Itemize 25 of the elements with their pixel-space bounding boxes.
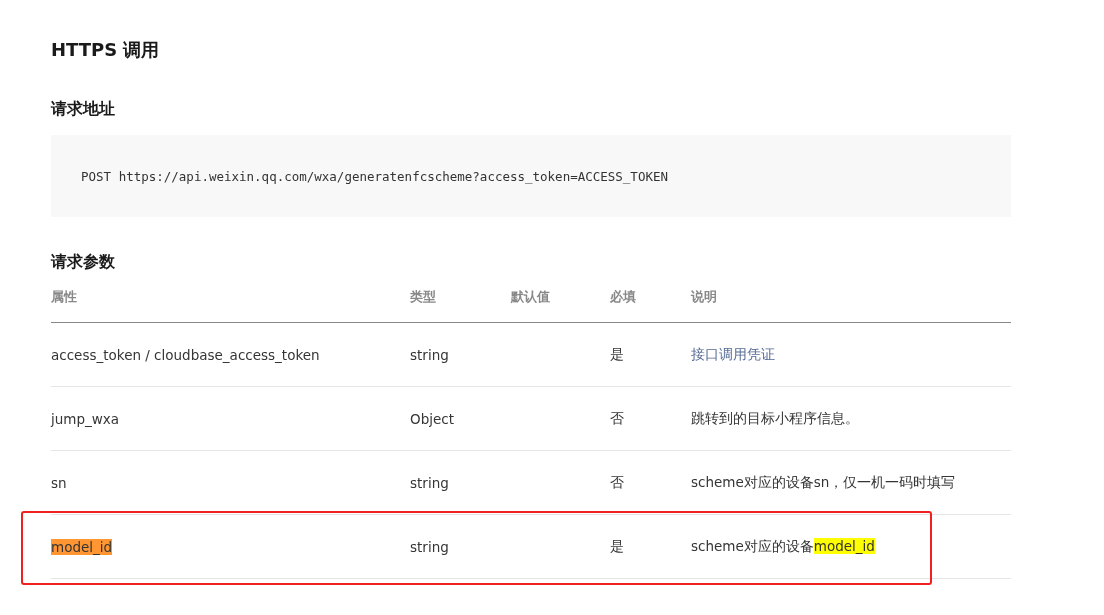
section-heading: 请求参数 (51, 251, 116, 273)
table-cell-text: sn (51, 474, 68, 491)
column-header: 说明 (691, 288, 718, 306)
page-title: HTTPS 调用 (51, 38, 161, 62)
table-cell-text: access_token / cloudbase_access_token (51, 346, 321, 363)
table-cell-text: string (410, 538, 450, 555)
table-cell-text: jump_wxa (51, 410, 121, 427)
table-cell-text: scheme对应的设备sn，仅一机一码时填写 (691, 473, 957, 492)
table-cell-text: string (410, 474, 450, 491)
table-cell: scheme对应的设备model_id (691, 537, 875, 554)
table-cell-text: 跳转到的目标小程序信息。 (691, 409, 860, 428)
table-cell-text: 是 (610, 345, 625, 364)
table-cell-text: string (410, 346, 450, 363)
table-cell-text: 否 (610, 473, 625, 492)
search-highlight: model_id (51, 538, 113, 555)
table-cell-text: Object (410, 410, 455, 427)
column-header: 默认值 (511, 288, 551, 306)
link[interactable]: 接口调用凭证 (691, 345, 775, 362)
table-cell-text: 是 (610, 537, 625, 556)
column-header: 属性 (51, 288, 78, 306)
code-text: POST https://api.weixin.qq.com/wxa/generatenfcscheme?access_token=ACCESS_TOKEN (81, 168, 668, 184)
column-header: 必填 (610, 288, 637, 306)
section-heading: 请求地址 (51, 98, 116, 120)
table-cell-text: 否 (610, 409, 625, 428)
column-header: 类型 (410, 288, 437, 306)
